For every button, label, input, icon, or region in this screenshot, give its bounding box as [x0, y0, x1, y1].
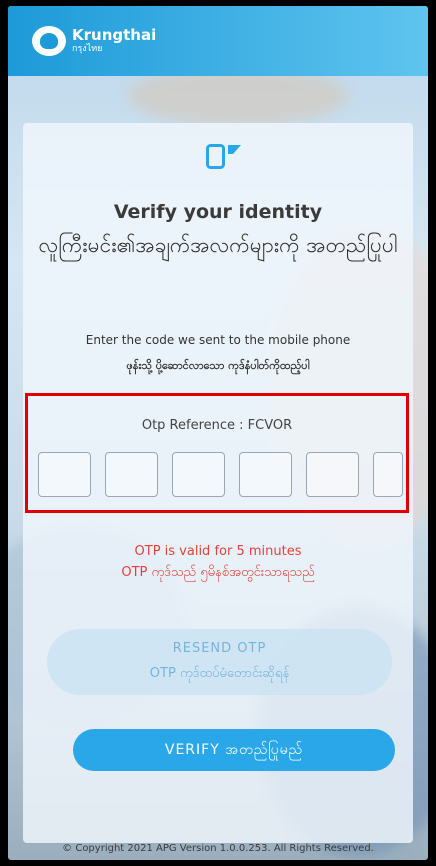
otp-reference: Otp Reference : FCVOR — [141, 418, 293, 433]
instruction-text-myanmar: ဖုန်းသို့ ပို့ဆောင်လာသော ကုဒ်နံပါတ်ကိုထည… — [126, 359, 310, 372]
page-title: Verify your identity — [113, 201, 323, 223]
brand-logo: Krungthai กรุงไทย — [32, 26, 156, 56]
resend-label: RESEND OTP — [172, 641, 267, 656]
mobile-phone-icon — [206, 144, 241, 169]
otp-validity-text-myanmar: OTP ကုဒ်သည် ၅မိနစ်အတွင်းသာရသည် — [121, 565, 315, 580]
otp-digit-2[interactable] — [105, 452, 158, 497]
page-title-myanmar: လူကြီးမင်း၏အချက်အလက်များကို အတည်ပြုပါ — [38, 233, 398, 257]
app-screen: Krungthai กรุงไทย Verify your identity လ… — [8, 6, 428, 860]
header-bar: Krungthai กรุงไทย — [8, 6, 428, 76]
copyright-text: © Copyright 2021 APG Version 1.0.0.253. … — [62, 843, 374, 854]
resend-otp-button[interactable]: RESEND OTP OTP ကုဒ်ထပ်မံတောင်းဆိုရန် — [47, 629, 392, 695]
otp-digit-6[interactable] — [373, 452, 403, 497]
otp-digit-5[interactable] — [306, 452, 359, 497]
verify-button[interactable]: VERIFY အတည်ပြုမည် — [73, 729, 395, 771]
instruction-text: Enter the code we sent to the mobile pho… — [85, 333, 351, 347]
otp-digit-1[interactable] — [38, 452, 91, 497]
brand-name: Krungthai — [72, 26, 157, 44]
logo-icon — [32, 26, 66, 56]
otp-validity-text: OTP is valid for 5 minutes — [134, 544, 302, 559]
resend-label-myanmar: OTP ကုဒ်ထပ်မံတောင်းဆိုရန် — [149, 666, 290, 681]
otp-entry-section: Otp Reference : FCVOR — [25, 393, 409, 513]
brand-sub: กรุงไทย — [72, 44, 103, 54]
otp-digit-3[interactable] — [172, 452, 225, 497]
verify-card: Verify your identity လူကြီးမင်း၏အချက်အလက… — [23, 123, 413, 843]
otp-digit-4[interactable] — [239, 452, 292, 497]
